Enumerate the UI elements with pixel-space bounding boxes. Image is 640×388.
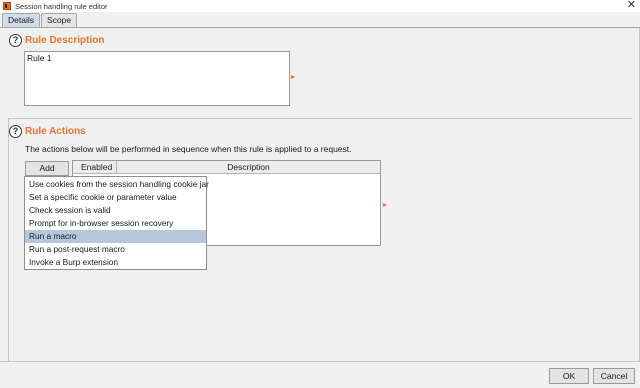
table-header: Enabled Description	[73, 161, 380, 174]
tab-bar: Details Scope	[2, 13, 78, 27]
rule-description-expand-arrow-icon[interactable]	[291, 75, 295, 79]
rule-actions-description: The actions below will be performed in s…	[25, 144, 352, 154]
rule-description-title: Rule Description	[25, 35, 105, 46]
tab-scope[interactable]: Scope	[40, 13, 78, 27]
footer-divider	[0, 361, 640, 362]
ok-button[interactable]: OK	[549, 368, 589, 384]
menu-item-invoke-extension[interactable]: Invoke a Burp extension	[25, 256, 206, 269]
add-action-menu: Use cookies from the session handling co…	[24, 176, 209, 270]
menu-item-prompt-recovery[interactable]: Prompt for in-browser session recovery	[25, 217, 206, 230]
rule-description-input[interactable]: Rule 1	[24, 51, 290, 106]
column-header-enabled[interactable]: Enabled	[73, 161, 117, 173]
close-icon[interactable]: ✕	[627, 0, 636, 11]
menu-item-set-cookie-parameter[interactable]: Set a specific cookie or parameter value	[25, 191, 206, 204]
cancel-button[interactable]: Cancel	[593, 368, 635, 384]
burp-app-icon	[3, 2, 11, 10]
add-action-button[interactable]: Add	[25, 161, 69, 176]
left-edge-divider	[8, 118, 9, 361]
rule-description-help-icon[interactable]: ?	[9, 34, 22, 47]
tab-details[interactable]: Details	[2, 13, 40, 27]
section-divider	[8, 118, 632, 119]
menu-item-use-cookies[interactable]: Use cookies from the session handling co…	[25, 178, 209, 191]
window-title: Session handling rule editor	[15, 1, 108, 11]
title-bar: Session handling rule editor ✕	[0, 0, 640, 12]
rule-actions-help-icon[interactable]: ?	[9, 125, 22, 138]
rule-actions-expand-arrow-icon[interactable]	[383, 203, 387, 207]
menu-item-run-post-request-macro[interactable]: Run a post-request macro	[25, 243, 206, 256]
tab-divider	[0, 27, 640, 28]
column-header-description[interactable]: Description	[117, 161, 380, 173]
rule-actions-title: Rule Actions	[25, 126, 86, 137]
menu-item-check-session[interactable]: Check session is valid	[25, 204, 206, 217]
menu-item-run-macro[interactable]: Run a macro	[25, 230, 206, 243]
